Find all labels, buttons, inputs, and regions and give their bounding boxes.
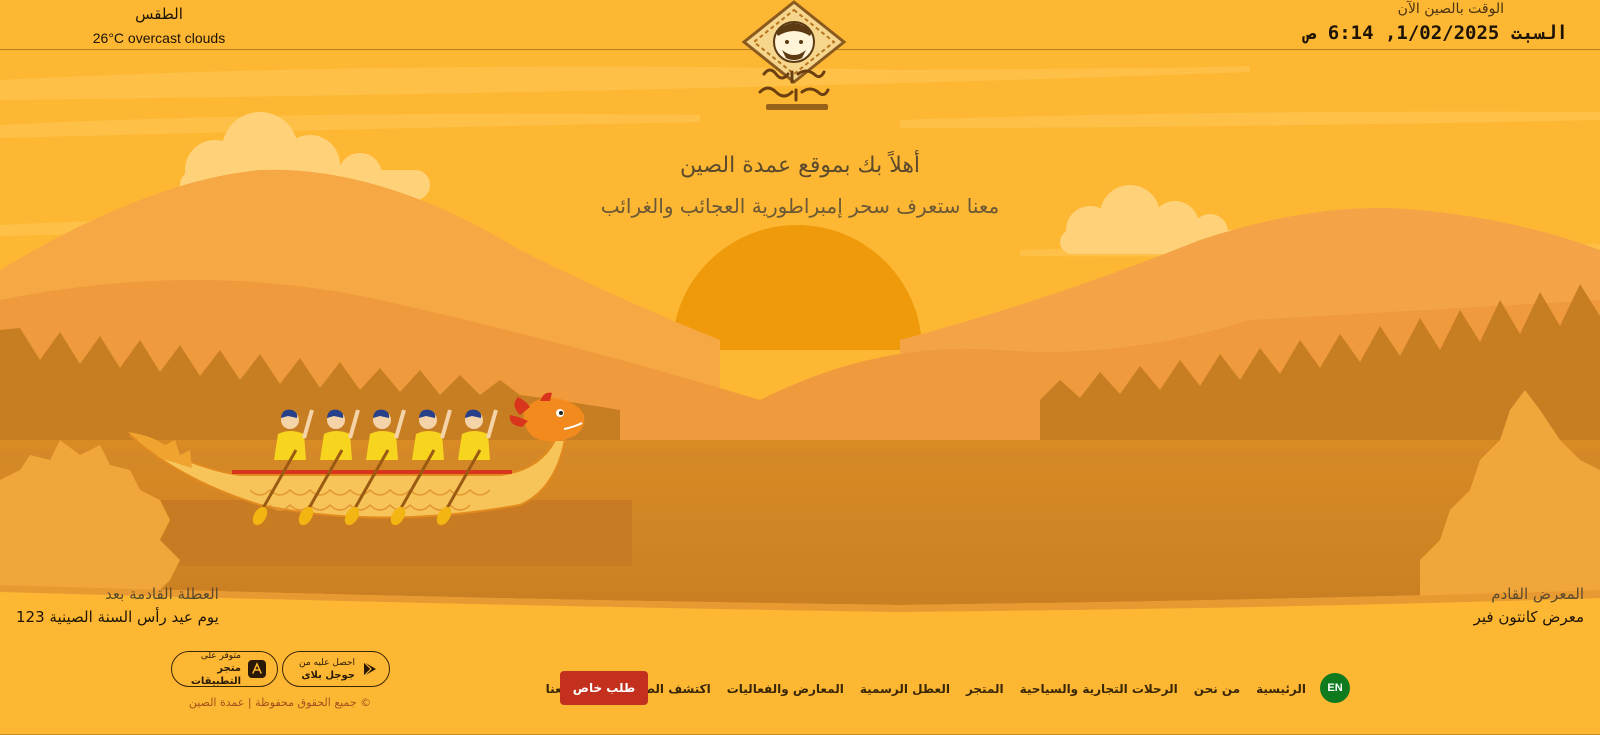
next-exhibition-value: معرض كانتون فير [1473, 608, 1584, 626]
next-exhibition: المعرض القادم معرض كانتون فير [1474, 583, 1584, 629]
google-play-big-text: جوجل بلاى [301, 669, 355, 681]
app-store-icon [248, 660, 266, 678]
china-time-widget: الوقت بالصين الآن السبت 1/02/2025, 6:14 … [1305, 0, 1568, 48]
nav-item-trips[interactable]: الرحلات التجارية والسياحية [1020, 679, 1178, 699]
time-label: الوقت بالصين الآن [1397, 1, 1504, 17]
app-store-big-text: متجر التطبيقات [190, 663, 241, 687]
google-play-small-text: احصل عليه من [299, 657, 355, 668]
play-store-icon [363, 661, 376, 677]
nav-item-home[interactable]: الرئيسية [1256, 679, 1306, 699]
next-holiday: العطلة القادمة بعد يوم عيد رأس السنة الص… [16, 583, 219, 629]
next-exhibition-label: المعرض القادم [1491, 585, 1584, 603]
weather-label: الطقس [135, 5, 183, 23]
app-store-small-text: متوفر على [200, 651, 241, 661]
special-request-button[interactable]: طلب خاص [560, 671, 648, 705]
time-value: السبت 1/02/2025, 6:14 ص [1304, 22, 1568, 44]
nav-item-holidays[interactable]: العطل الرسمية [860, 679, 950, 699]
site-logo[interactable] [736, 0, 852, 118]
welcome-heading: أهلاً بك بموقع عمدة الصين [679, 153, 921, 178]
copyright-text: © جميع الحقوق محفوظة | عمدة الصين [188, 696, 372, 709]
nav-item-store[interactable]: المتجر [966, 679, 1004, 699]
weather-widget: الطقس 26°C overcast clouds [86, 4, 232, 48]
nav-item-about[interactable]: من نحن [1194, 679, 1240, 699]
lake-shadow [0, 450, 1600, 470]
next-holiday-value: يوم عيد رأس السنة الصينية 123 [16, 608, 219, 626]
google-play-button[interactable]: احصل عليه من جوجل بلاى [282, 651, 390, 687]
hero-text: أهلاً بك بموقع عمدة الصين معنا ستعرف سحر… [0, 148, 1600, 224]
app-store-button[interactable]: متوفر على متجر التطبيقات [171, 651, 278, 687]
next-holiday-label: العطلة القادمة بعد [105, 585, 219, 603]
footer-nav: الرئيسية من نحن الرحلات التجارية والسياح… [546, 679, 1306, 699]
language-toggle-button[interactable]: EN [1320, 673, 1350, 703]
weather-value: 26°C overcast clouds [92, 30, 226, 46]
welcome-tagline: معنا ستعرف سحر إمبراطورية العجائب والغرا… [600, 194, 1000, 218]
nav-item-exhibitions[interactable]: المعارض والفعاليات [727, 679, 844, 699]
